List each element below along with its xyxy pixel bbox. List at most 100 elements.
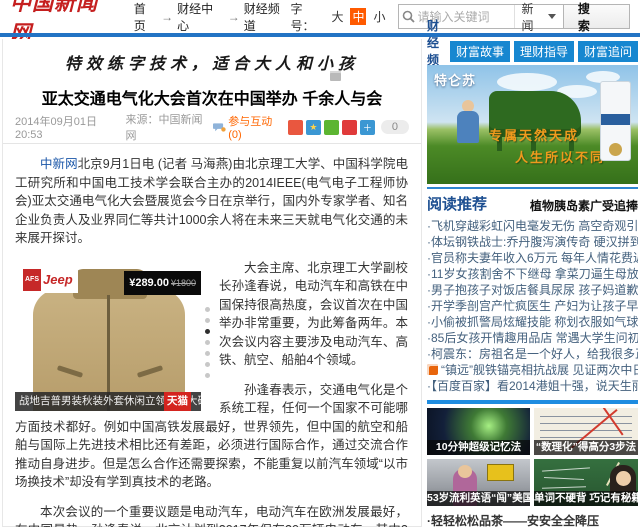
search-button[interactable]: 搜 索 [563, 5, 629, 28]
video-thumb-caption: 53岁流利英语“闯”美国 [427, 491, 530, 506]
tab-wealth-story[interactable]: 财富故事 [450, 41, 510, 62]
share-count: 0 [381, 120, 409, 134]
qzone-green-icon[interactable] [324, 120, 339, 135]
milk-ad-slogan-2: 人生所以不同 [515, 147, 605, 166]
speech-bubble-icon [213, 122, 226, 133]
price-current: ¥289.00 [129, 277, 169, 289]
text-ad-banner[interactable]: 特效练字技术，适合大人和小孩 [3, 39, 421, 85]
list-item[interactable]: “镇远”舰铁锚亮相抗战展 见证两次中日战争 [427, 362, 638, 378]
brand-afs-label: AFS [23, 269, 41, 292]
article-title: 亚太交通电气化大会首次在中国举办 千余人与会 [3, 85, 421, 109]
font-size-large[interactable]: 大 [329, 8, 345, 25]
font-size-medium[interactable]: 中 [350, 8, 366, 25]
milk-ad-banner[interactable]: 特仑苏 专属天然天成 人生所以不同 [427, 65, 638, 184]
cloud-graphic [497, 73, 557, 91]
read-recommend-list: ·飞机穿越彩虹闪电毫发无伤 高空奇观引惊叹(图) ·体坛钢铁战士:乔丹腹泻演传奇… [427, 218, 638, 394]
breadcrumb-finance-center[interactable]: 财经中心 [177, 0, 224, 34]
ad-carousel-dots [205, 307, 210, 378]
article-paragraph: 本次会议的一个重要议题是电动汽车，电动汽车在欧洲发展最好，在中国最热。孙逢春说，… [15, 503, 408, 527]
article-column: 特效练字技术，适合大人和小孩 亚太交通电气化大会首次在中国举办 千余人与会 20… [2, 39, 422, 527]
article-body: 中新网北京9月1日电 (记者 马海燕)由北京理工大学、中国科学院电工研究所和中国… [3, 144, 421, 527]
channel-tab-bar: 财经频道: 财富故事 理财指导 财富追问 [427, 39, 638, 63]
chevron-down-icon [548, 14, 556, 19]
list-item[interactable]: ·【百度百家】看2014港姐十强，说天生丽质也得拼 [427, 378, 638, 394]
breadcrumb-home[interactable]: 首页 [134, 0, 157, 34]
carousel-dot[interactable] [205, 373, 210, 378]
carousel-dot[interactable] [205, 307, 210, 312]
tab-money-guide[interactable]: 理财指导 [514, 41, 574, 62]
font-size-label: 字号： [290, 0, 324, 34]
video-thumb-caption: 10分钟超级记忆法 [427, 440, 530, 455]
list-item[interactable]: ·柯震东：房祖名是一个好人，给我很多正面能量 [427, 346, 638, 362]
girl-face-graphic [616, 471, 631, 486]
carousel-dot[interactable] [205, 318, 210, 323]
bottom-link[interactable]: ·轻轻松松品茶——安安全全降压 [427, 513, 638, 527]
product-ad-image[interactable]: AFS Jeep ¥289.00¥1800 战地吉普男装秋装外套休闲立领夹克大码… [15, 261, 201, 411]
video-thumb-grid: 10分钟超级记忆法 “数理化”得高分3步法 53岁流利英语“闯”美国 单词不硬背… [427, 408, 638, 506]
share-more-icon[interactable]: ＋ [360, 120, 375, 135]
qq-star-icon[interactable]: ★ [306, 120, 321, 135]
article-meta-row: 2014年09月01日 20:53 来源：中国新闻网 参与互动(0) ★ ＋ 0 [3, 117, 421, 137]
street-sign-graphic [487, 464, 514, 481]
brand-jeep-label: Jeep [43, 271, 73, 290]
search-category-dropdown[interactable]: 新闻 [514, 5, 563, 28]
milk-ad-slogan-1: 专属天然天成 [489, 125, 579, 144]
renren-red-icon[interactable] [342, 120, 357, 135]
list-item[interactable]: ·男子抱孩子对饭店餐具尿尿 孩子妈道歉称情非得已 [427, 282, 638, 298]
milk-brand-logo: 特仑苏 [434, 70, 476, 89]
video-thumb-english[interactable]: 53岁流利英语“闯”美国 [427, 459, 530, 506]
font-size-small[interactable]: 小 [371, 8, 387, 25]
carousel-dot[interactable] [205, 340, 210, 345]
read-recommend-headline[interactable]: 植物胰岛素广受追捧 [530, 197, 638, 214]
list-item[interactable]: ·官员称夫妻年收入6万元 每年人情花费近10万(图) [427, 250, 638, 266]
print-icon[interactable] [330, 71, 341, 81]
ad-price-tag: ¥289.00¥1800 [124, 271, 201, 296]
video-section-divider [427, 400, 638, 404]
breadcrumb: 首页 → 财经中心 → 财经频道 [134, 0, 291, 34]
carousel-dot[interactable] [205, 351, 210, 356]
list-item[interactable]: ·小偷被抓警局炫耀技能 称划衣服如气球上切肉丝 [427, 314, 638, 330]
tab-wealth-qa[interactable]: 财富追问 [578, 41, 638, 62]
list-item[interactable]: ·85后女孩开情趣用品店 常遇大学生问初夜问题 [427, 330, 638, 346]
list-item[interactable]: ·11岁女孩割舍不下继母 拿菜刀逼生母放弃监护权 [427, 266, 638, 282]
source-link[interactable]: 中新网 [40, 157, 78, 171]
interact-link[interactable]: 参与互动(0) [213, 113, 281, 141]
read-recommend-header: 阅读推荐 植物胰岛素广受追捧 [427, 189, 638, 216]
font-size-control: 字号： 大 中 小 [290, 0, 387, 34]
list-item[interactable]: ·开学季剖宫产忙疯医生 产妇为让孩子早上学提前分娩 [427, 298, 638, 314]
ad-brand-logo: AFS Jeep [21, 267, 78, 294]
sidebar-bottom-links: ·轻轻松松品茶——安安全全降压 ·超强记忆 30天轻松提高成绩 教出尖子生 [427, 513, 638, 527]
list-item[interactable]: ·体坛钢铁战士:乔丹腹泻演传奇 硬汉拼到肛裂(图) [427, 234, 638, 250]
tmall-badge[interactable]: 天猫 [164, 392, 191, 411]
video-thumb-memory[interactable]: 10分钟超级记忆法 [427, 408, 530, 455]
list-item-text: “镇远”舰铁锚亮相抗战展 见证两次中日战争 [441, 363, 638, 377]
article-paragraph: 中新网北京9月1日电 (记者 马海燕)由北京理工大学、中国科学院电工研究所和中国… [15, 155, 408, 248]
article-date: 2014年09月01日 20:53 [15, 113, 118, 141]
breadcrumb-finance-channel[interactable]: 财经频道 [244, 0, 291, 34]
header-divider-bar [0, 33, 640, 37]
video-thumb-caption: “数理化”得高分3步法 [534, 440, 638, 455]
person-face-graphic [458, 465, 472, 478]
top-header: 中国新闻网 首页 → 财经中心 → 财经频道 字号： 大 中 小 新闻 搜 索 [0, 0, 640, 33]
article-source[interactable]: 来源：中国新闻网 [125, 111, 206, 143]
sina-weibo-icon[interactable] [288, 120, 303, 135]
list-item[interactable]: ·飞机穿越彩虹闪电毫发无伤 高空奇观引惊叹(图) [427, 218, 638, 234]
price-old: ¥1800 [171, 278, 196, 288]
text-ad-label[interactable]: 特效练字技术，适合大人和小孩 [65, 50, 359, 74]
milk-carton-graphic [600, 81, 631, 161]
interact-label: 参与互动(0) [228, 113, 281, 141]
read-recommend-title[interactable]: 阅读推荐 [427, 193, 487, 214]
page: 中国新闻网 首页 → 财经中心 → 财经频道 字号： 大 中 小 新闻 搜 索 [0, 0, 640, 527]
carousel-dot-active[interactable] [205, 329, 210, 334]
sidebar: 财经频道: 财富故事 理财指导 财富追问 特仑苏 专属天然天成 人生所以不同 [427, 39, 638, 527]
video-thumb-math[interactable]: “数理化”得高分3步法 [534, 408, 638, 455]
search-icon [399, 10, 418, 23]
photo-badge-icon [427, 364, 438, 375]
breadcrumb-separator: → [228, 10, 240, 24]
video-thumb-caption: 单词不硬背 巧记有秘籍 [534, 491, 638, 506]
video-thumb-words[interactable]: 单词不硬背 巧记有秘籍 [534, 459, 638, 506]
pianist-graphic [457, 111, 479, 143]
product-ad: AFS Jeep ¥289.00¥1800 战地吉普男装秋装外套休闲立领夹克大码… [15, 261, 211, 413]
carousel-dot[interactable] [205, 362, 210, 367]
search-category-label: 新闻 [522, 0, 544, 34]
